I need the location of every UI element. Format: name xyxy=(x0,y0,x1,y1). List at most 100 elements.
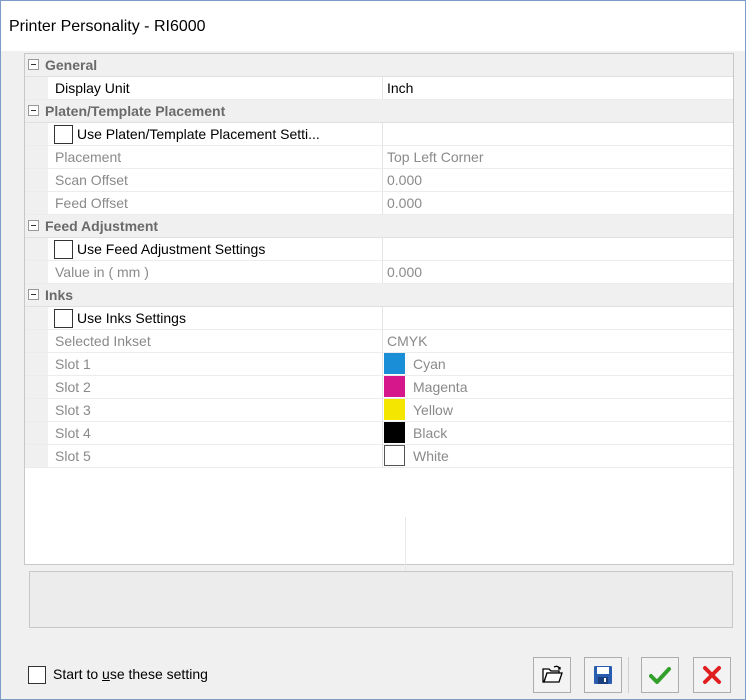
property-name: Slot 2 xyxy=(55,379,91,395)
property-name: Feed Offset xyxy=(55,195,128,211)
property-grid[interactable]: General Display Unit Inch Platen/Template P… xyxy=(24,53,734,617)
value-cell[interactable]: Magenta xyxy=(382,376,734,398)
value-cell[interactable]: 0.000 xyxy=(382,261,734,283)
property-value: Top Left Corner xyxy=(387,149,484,165)
setting-checkbox[interactable] xyxy=(54,125,73,144)
property-name: Use Platen/Template Placement Setti... xyxy=(77,126,320,142)
color-swatch xyxy=(384,399,405,420)
value-cell[interactable]: Black xyxy=(382,422,734,444)
row-gutter xyxy=(25,353,48,375)
property-value: 0.000 xyxy=(387,172,423,188)
color-swatch xyxy=(384,376,405,397)
property-name: Slot 3 xyxy=(55,402,91,418)
property-value: Yellow xyxy=(413,402,453,418)
value-cell[interactable]: 0.000 xyxy=(382,169,734,191)
collapse-icon[interactable] xyxy=(28,105,39,116)
checkbox-row[interactable]: Use Inks Settings xyxy=(25,307,733,330)
setting-checkbox[interactable] xyxy=(54,240,73,259)
collapse-icon[interactable] xyxy=(28,59,39,70)
property-name: Use Inks Settings xyxy=(77,310,186,326)
property-value: Cyan xyxy=(413,356,446,372)
category-row[interactable]: General xyxy=(25,54,733,77)
color-swatch xyxy=(384,445,405,466)
value-cell[interactable]: Yellow xyxy=(382,399,734,421)
ink-slot-row[interactable]: Slot 5 White xyxy=(25,445,733,468)
color-swatch xyxy=(384,422,405,443)
property-row[interactable]: Scan Offset 0.000 xyxy=(25,169,733,192)
printer-personality-dialog: Printer Personality - RI6000 General Disp… xyxy=(0,0,746,700)
save-disk-icon xyxy=(594,666,612,684)
ink-slot-row[interactable]: Slot 2 Magenta xyxy=(25,376,733,399)
value-cell[interactable]: 0.000 xyxy=(382,192,734,214)
category-row[interactable]: Platen/Template Placement xyxy=(25,100,733,123)
collapse-icon[interactable] xyxy=(28,289,39,300)
value-cell[interactable]: CMYK xyxy=(382,330,734,352)
save-button[interactable] xyxy=(584,657,622,693)
row-gutter xyxy=(25,376,48,398)
property-name: Slot 5 xyxy=(55,448,91,464)
start-using-settings-label[interactable]: Start to use these setting xyxy=(53,666,208,682)
ink-slot-row[interactable]: Slot 3 Yellow xyxy=(25,399,733,422)
property-name: Selected Inkset xyxy=(55,333,151,349)
property-row[interactable]: Placement Top Left Corner xyxy=(25,146,733,169)
property-name: Placement xyxy=(55,149,122,165)
property-row[interactable]: Selected Inkset CMYK xyxy=(25,330,733,353)
value-cell[interactable]: Top Left Corner xyxy=(382,146,734,168)
row-gutter xyxy=(25,261,48,283)
value-cell[interactable] xyxy=(382,307,734,329)
row-gutter xyxy=(25,422,48,444)
row-gutter xyxy=(25,238,48,260)
row-gutter xyxy=(25,169,48,191)
row-gutter xyxy=(25,146,48,168)
window-title: Printer Personality - RI6000 xyxy=(9,18,206,35)
property-value: Inch xyxy=(387,80,414,96)
setting-checkbox[interactable] xyxy=(54,309,73,328)
category-row[interactable]: Inks xyxy=(25,284,733,307)
property-name: Scan Offset xyxy=(55,172,128,188)
category-row[interactable]: Feed Adjustment xyxy=(25,215,733,238)
row-gutter xyxy=(25,330,48,352)
property-row[interactable]: Display Unit Inch xyxy=(25,77,733,100)
checkbox-row[interactable]: Use Feed Adjustment Settings xyxy=(25,238,733,261)
value-cell[interactable]: White xyxy=(382,445,734,467)
property-rows: General Display Unit Inch Platen/Template P… xyxy=(25,54,733,468)
value-cell[interactable] xyxy=(382,238,734,260)
row-gutter xyxy=(25,445,48,467)
property-name: Slot 4 xyxy=(55,425,91,441)
collapse-icon[interactable] xyxy=(28,220,39,231)
category-label: General xyxy=(45,57,98,73)
category-label: Inks xyxy=(45,287,74,303)
property-value: CMYK xyxy=(387,333,428,349)
row-gutter xyxy=(25,192,48,214)
category-label: Feed Adjustment xyxy=(45,218,159,234)
property-value: 0.000 xyxy=(387,195,423,211)
property-name: Display Unit xyxy=(55,80,130,96)
title-bar: Printer Personality - RI6000 xyxy=(1,1,745,51)
property-value: Black xyxy=(413,425,448,441)
row-gutter xyxy=(25,77,48,99)
category-label: Platen/Template Placement xyxy=(45,103,226,119)
property-value: Magenta xyxy=(413,379,468,395)
value-cell[interactable] xyxy=(382,123,734,145)
description-pane xyxy=(29,571,733,628)
value-cell[interactable]: Inch xyxy=(382,77,734,99)
row-gutter xyxy=(25,307,48,329)
ok-button[interactable] xyxy=(641,657,679,693)
property-name: Slot 1 xyxy=(55,356,91,372)
value-cell[interactable]: Cyan xyxy=(382,353,734,375)
property-row[interactable]: Feed Offset 0.000 xyxy=(25,192,733,215)
color-swatch xyxy=(384,353,405,374)
row-gutter xyxy=(25,123,48,145)
open-button[interactable] xyxy=(533,657,571,693)
checkbox-row[interactable]: Use Platen/Template Placement Setti... xyxy=(25,123,733,146)
close-x-icon xyxy=(703,666,721,684)
property-row[interactable]: Value in ( mm ) 0.000 xyxy=(25,261,733,284)
toolbar-separator xyxy=(628,657,629,693)
cancel-button[interactable] xyxy=(693,657,731,693)
start-using-settings-checkbox[interactable] xyxy=(28,666,46,684)
ink-slot-row[interactable]: Slot 1 Cyan xyxy=(25,353,733,376)
ink-slot-row[interactable]: Slot 4 Black xyxy=(25,422,733,445)
open-folder-icon xyxy=(542,665,563,683)
property-value: White xyxy=(413,448,449,464)
property-value: 0.000 xyxy=(387,264,423,280)
